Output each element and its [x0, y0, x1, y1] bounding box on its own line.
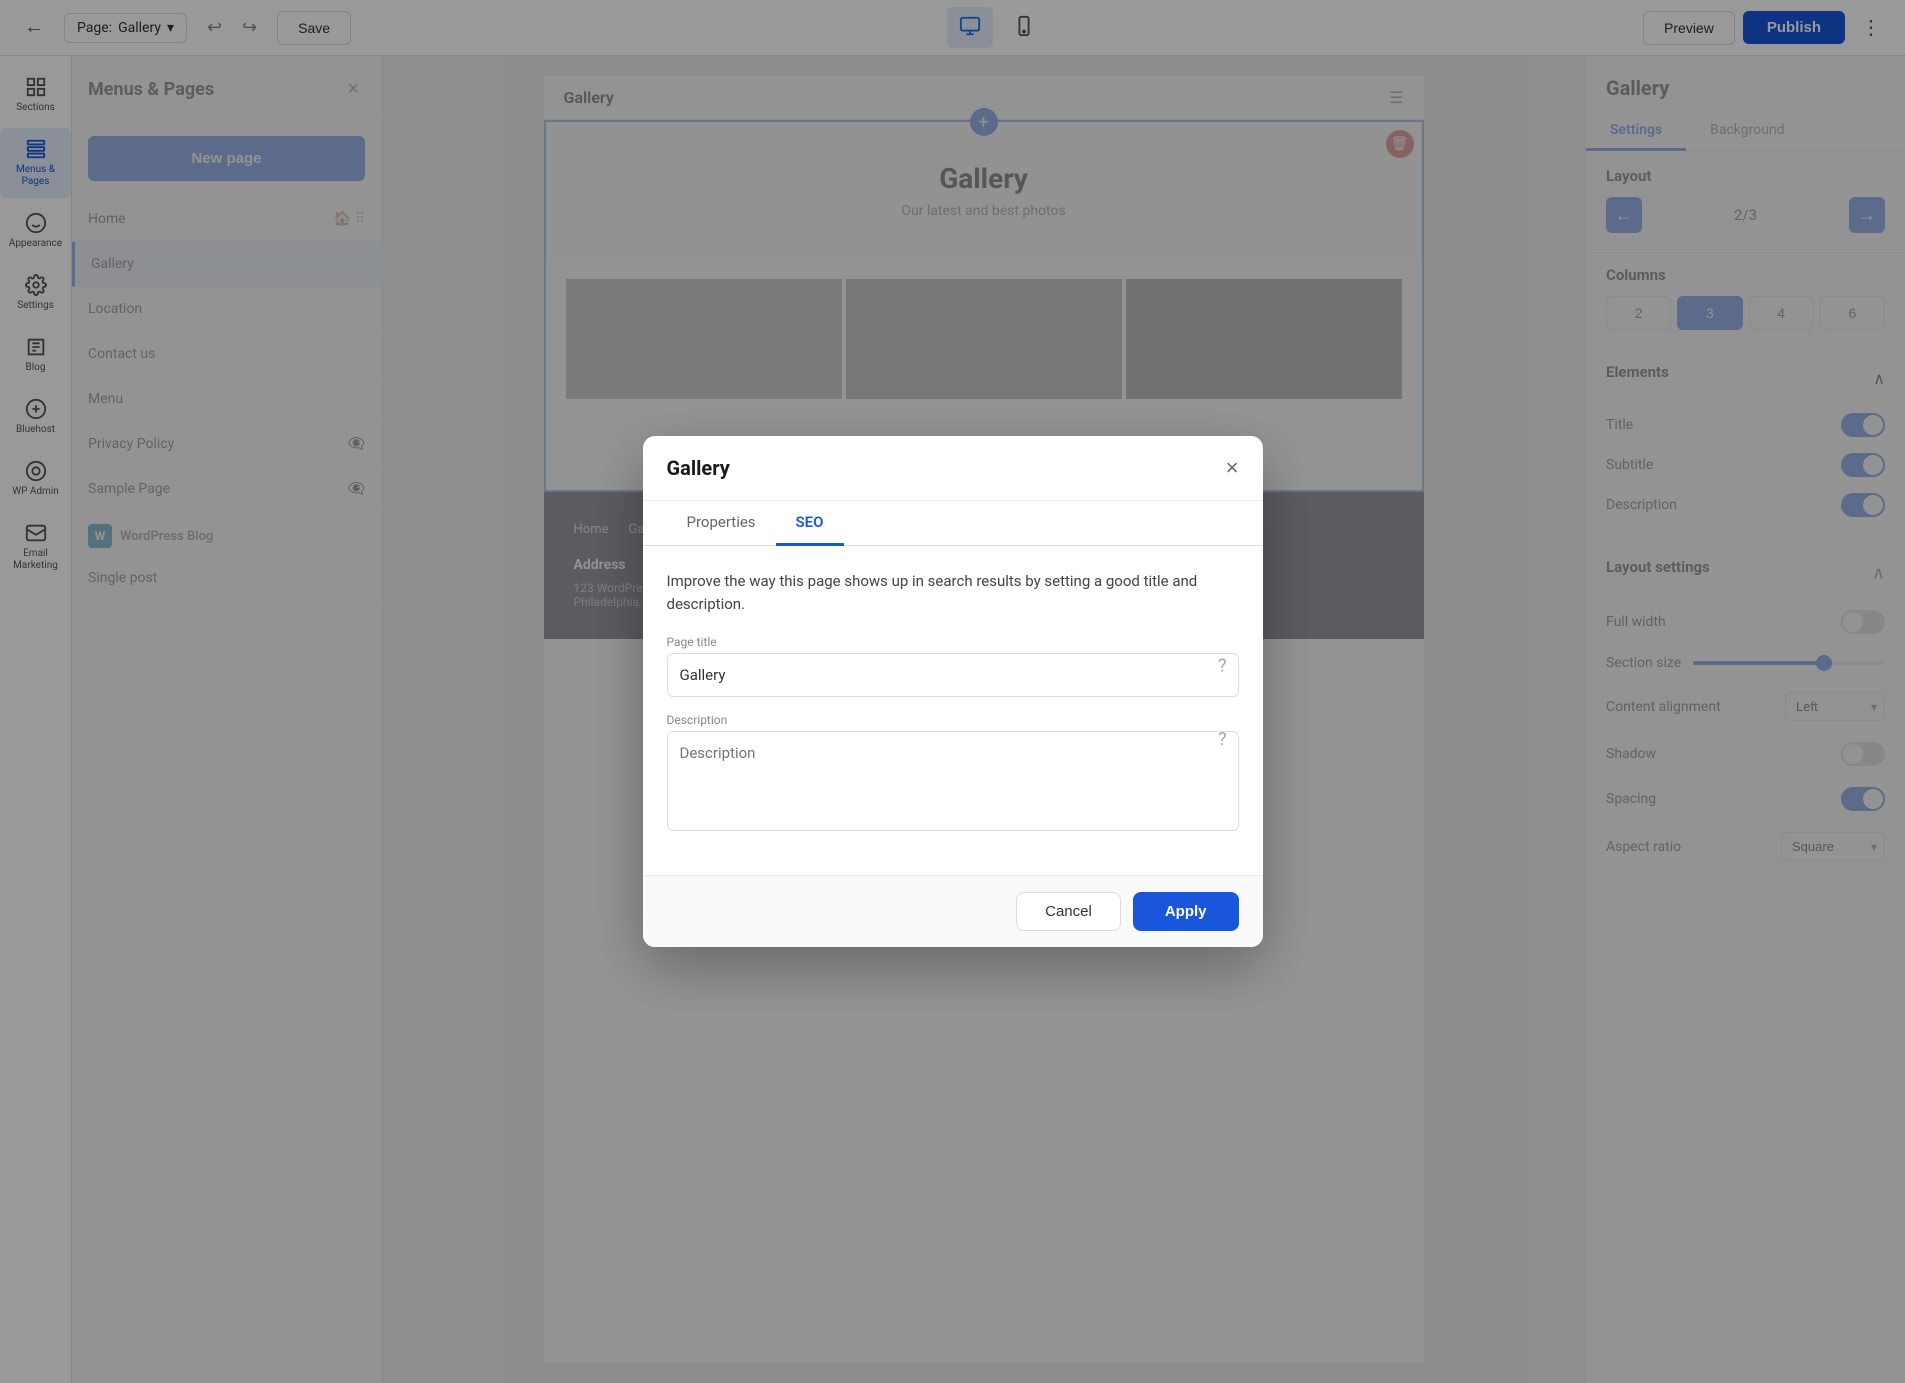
modal: Gallery × Properties SEO Improve the way… [643, 436, 1263, 947]
modal-tab-seo[interactable]: SEO [776, 501, 844, 546]
page-title-label: Page title [667, 635, 1239, 649]
modal-body: Improve the way this page shows up in se… [643, 546, 1263, 875]
description-label: Description [667, 713, 1239, 727]
modal-tabs: Properties SEO [643, 501, 1263, 546]
modal-tab-properties[interactable]: Properties [667, 501, 776, 546]
page-title-input[interactable] [667, 653, 1239, 697]
modal-close-button[interactable]: × [1226, 457, 1239, 479]
description-field: Description ? [667, 713, 1239, 835]
cancel-button[interactable]: Cancel [1016, 892, 1121, 931]
page-title-field: Page title ? [667, 635, 1239, 697]
modal-footer: Cancel Apply [643, 875, 1263, 947]
modal-description: Improve the way this page shows up in se… [667, 570, 1239, 615]
description-textarea[interactable] [667, 731, 1239, 831]
description-help-icon[interactable]: ? [1218, 729, 1227, 750]
modal-title: Gallery [667, 456, 730, 480]
modal-header: Gallery × [643, 436, 1263, 501]
modal-overlay: Gallery × Properties SEO Improve the way… [0, 0, 1905, 1383]
page-title-help-icon[interactable]: ? [1218, 656, 1227, 677]
apply-button[interactable]: Apply [1133, 892, 1239, 931]
